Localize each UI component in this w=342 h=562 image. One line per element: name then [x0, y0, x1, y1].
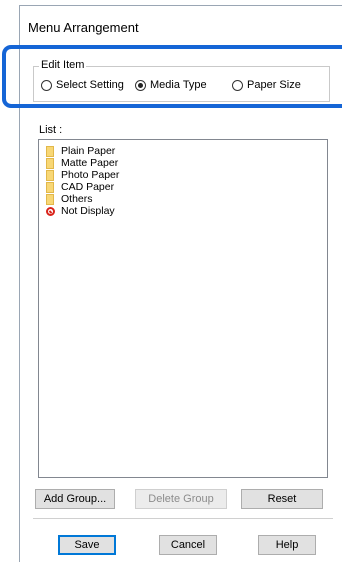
list-item-label: Not Display: [61, 205, 115, 217]
help-button[interactable]: Help: [258, 535, 316, 555]
radio-label: Media Type: [150, 79, 207, 91]
edit-item-group-label: Edit Item: [39, 59, 87, 71]
radio-circle-checked: [135, 79, 146, 91]
list-item[interactable]: Matte Paper: [46, 157, 118, 169]
folder-icon: [46, 193, 54, 205]
cancel-button[interactable]: Cancel: [159, 535, 217, 555]
delete-group-button: Delete Group: [135, 489, 227, 509]
list-item[interactable]: Photo Paper: [46, 169, 119, 181]
list-item[interactable]: Plain Paper: [46, 145, 115, 157]
radio-select-setting[interactable]: Select Setting: [41, 79, 124, 91]
folder-icon: [46, 145, 54, 157]
folder-icon: [46, 157, 54, 169]
add-group-button[interactable]: Add Group...: [35, 489, 115, 509]
not-display-icon: [46, 206, 55, 216]
folder-icon: [46, 169, 54, 181]
list-item[interactable]: Not Display: [46, 205, 115, 217]
footer-separator: [33, 518, 333, 519]
radio-label: Select Setting: [56, 79, 124, 91]
list-box[interactable]: Plain Paper Matte Paper Photo Paper CAD …: [38, 139, 328, 478]
list-item[interactable]: Others: [46, 193, 93, 205]
radio-circle: [232, 79, 243, 91]
dialog-title: Menu Arrangement: [28, 20, 139, 35]
list-item-label: Photo Paper: [61, 169, 120, 181]
list-item-label: Plain Paper: [61, 145, 116, 157]
folder-icon: [46, 181, 54, 193]
list-item-label: CAD Paper: [61, 181, 115, 193]
radio-label: Paper Size: [247, 79, 301, 91]
reset-button[interactable]: Reset: [241, 489, 323, 509]
radio-paper-size[interactable]: Paper Size: [232, 79, 301, 91]
list-label: List :: [39, 124, 63, 136]
radio-circle: [41, 79, 52, 91]
radio-media-type[interactable]: Media Type: [135, 79, 207, 91]
list-item-label: Matte Paper: [61, 157, 119, 169]
list-item[interactable]: CAD Paper: [46, 181, 114, 193]
list-item-label: Others: [61, 193, 93, 205]
save-button[interactable]: Save: [58, 535, 116, 555]
